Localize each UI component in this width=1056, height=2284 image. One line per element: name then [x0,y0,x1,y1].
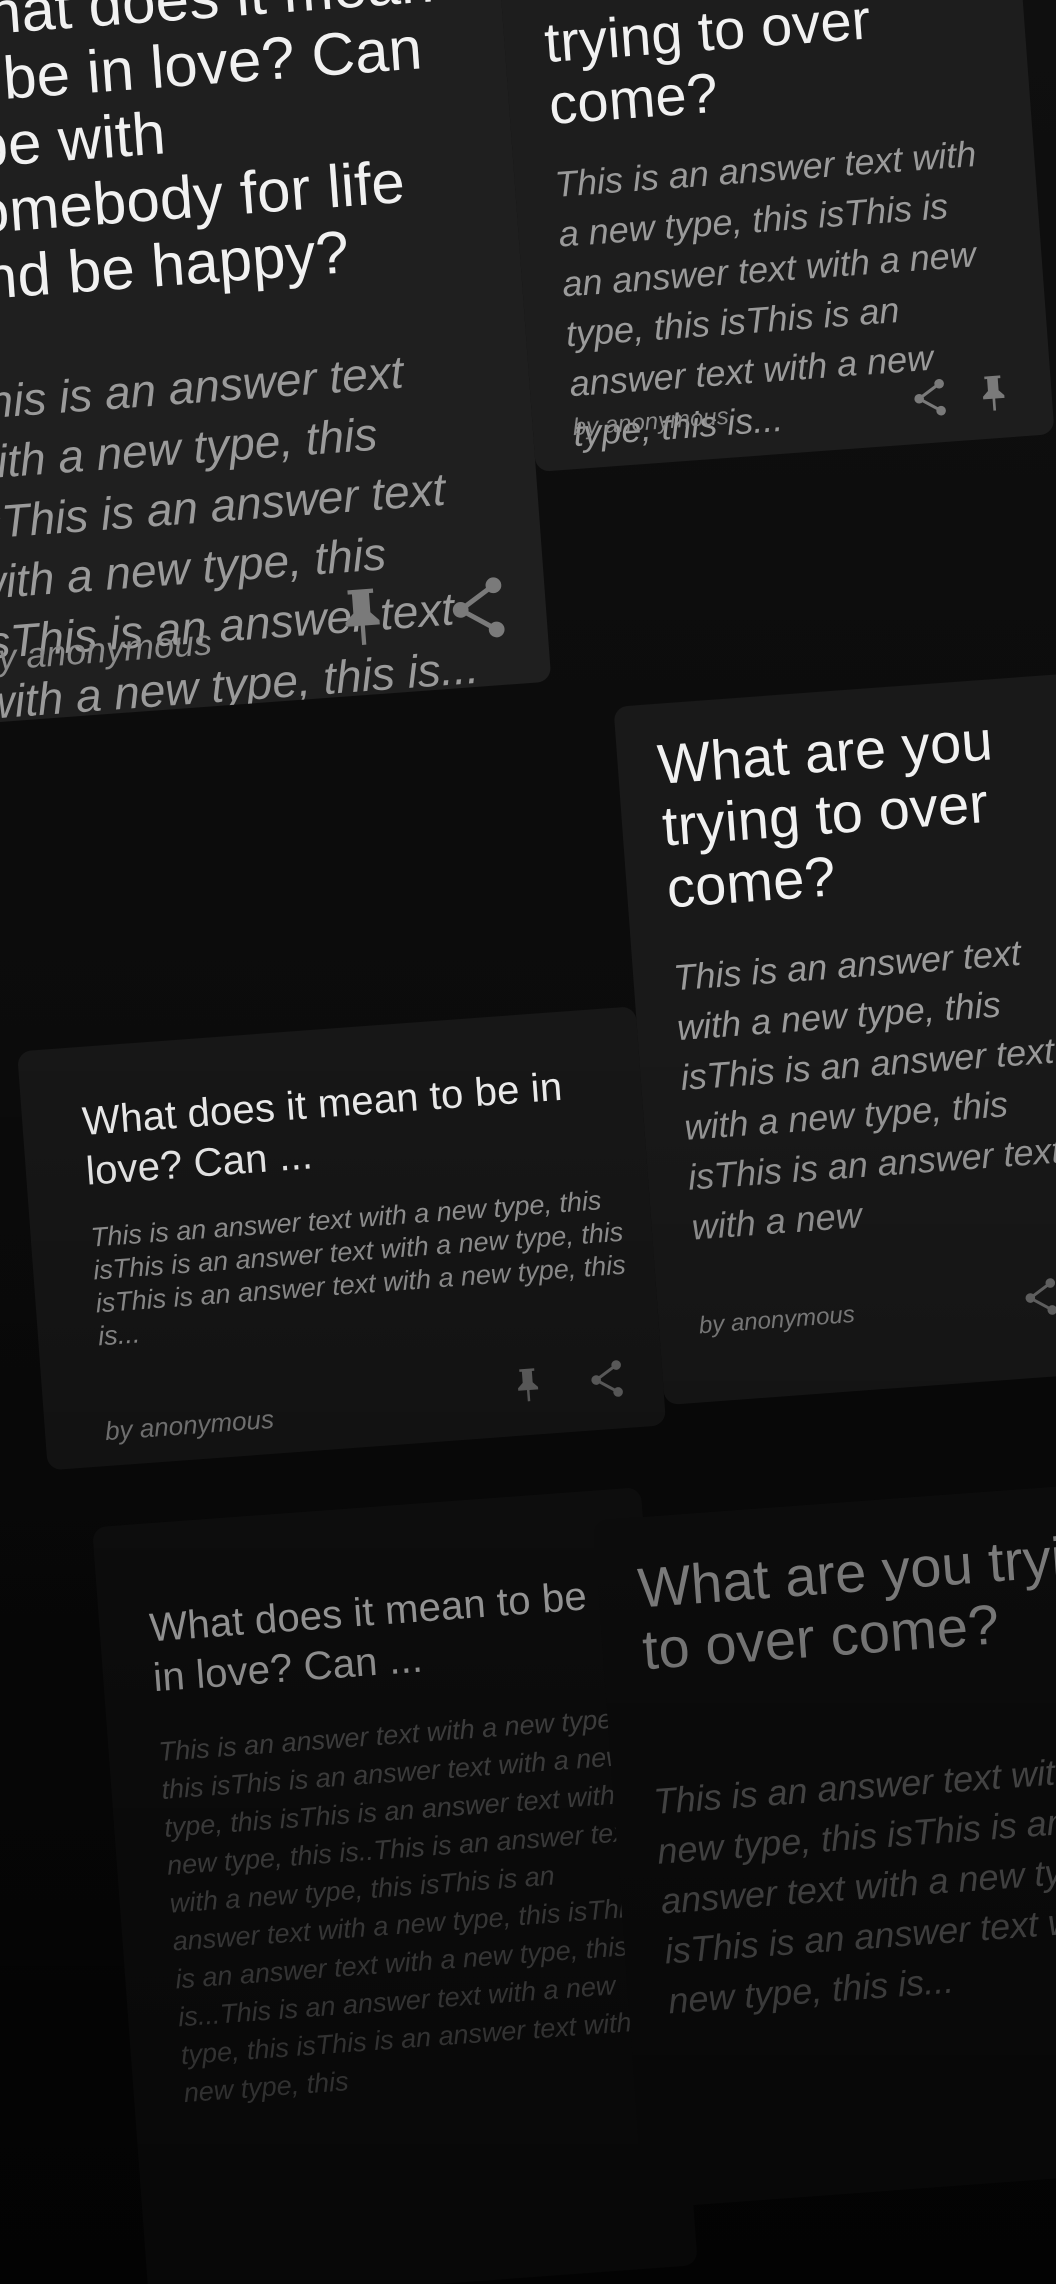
question-card[interactable]: What are you trying to over come? This i… [494,0,1055,473]
card-actions [910,372,1011,419]
app-screen: What does it mean to be in love? Can I b… [0,0,1056,2284]
question-title: What are you trying to over come? [538,0,877,136]
answer-preview: This is an answer text with a new type, … [652,1748,1056,2022]
question-title: What are you trying to over come? [635,1520,1056,1682]
question-card[interactable]: What does it mean to be in love? Can I b… [0,0,552,737]
question-card[interactable]: What are you trying to over come? This i… [592,1476,1056,2209]
question-card[interactable]: What are you trying to over come? This i… [613,671,1056,1406]
answer-preview: This is an answer text with a new type, … [671,931,1056,1248]
pin-icon[interactable] [511,1364,544,1406]
share-icon[interactable] [910,377,949,420]
card-actions [1021,1272,1056,1318]
answer-preview: This is an answer text with a new type, … [0,345,481,730]
card-actions [334,575,510,651]
question-title: What does it mean to be in love? Can I b… [0,0,436,315]
question-board: What does it mean to be in love? Can I b… [0,0,1056,2284]
question-title: What does it mean to be in love? Can ... [148,1574,589,1701]
share-icon[interactable] [446,575,511,643]
question-title: What are you trying to over come? [655,708,995,920]
answer-preview: This is an answer text with a new type, … [89,1185,627,1352]
card-actions [511,1358,626,1406]
share-icon[interactable] [1021,1276,1056,1319]
share-icon[interactable] [587,1358,626,1401]
pin-icon[interactable] [976,372,1011,414]
pin-icon[interactable] [334,583,391,651]
author-label: by anonymous [697,1300,856,1340]
author-label: by anonymous [103,1403,275,1447]
question-card[interactable]: What does it mean to be in love? Can ...… [17,1006,667,1471]
answer-preview: This is an answer text with a new type, … [157,1703,656,2109]
question-title: What does it mean to be in love? Can ... [80,1064,564,1194]
